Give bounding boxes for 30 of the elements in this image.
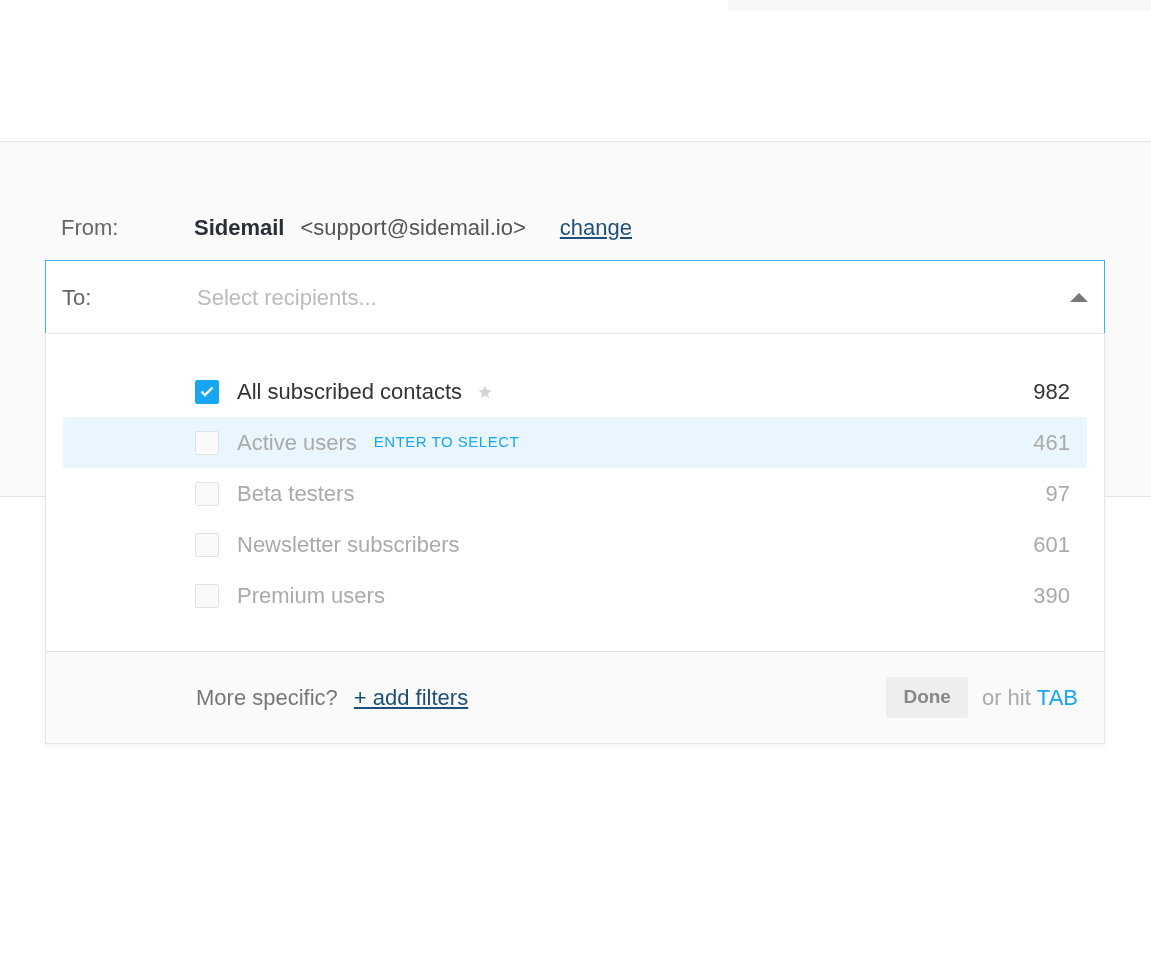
option-label: Beta testers xyxy=(237,480,355,508)
recipients-field[interactable]: To: Select recipients... xyxy=(45,260,1105,334)
recipients-input[interactable]: Select recipients... xyxy=(195,279,1070,315)
option-label: Active users xyxy=(237,429,357,457)
contact-count: 982 xyxy=(1033,378,1070,406)
to-label: To: xyxy=(62,283,93,312)
from-label: From: xyxy=(61,213,120,242)
change-link[interactable]: change xyxy=(559,210,632,244)
option-label: All subscribed contacts xyxy=(237,378,462,406)
contact-count: 461 xyxy=(1033,429,1070,457)
done-button[interactable]: Done xyxy=(886,677,968,718)
checkbox[interactable] xyxy=(195,379,219,404)
sender-name: Sidemail xyxy=(194,213,285,242)
check-icon xyxy=(200,386,214,397)
select-hint: ENTER TO SELECT xyxy=(373,432,520,453)
add-filters-link[interactable]: + add filters xyxy=(353,681,469,714)
keyboard-hint: or hit xyxy=(981,684,1031,712)
key-name: TAB xyxy=(1036,684,1078,712)
recipient-option[interactable]: Active users ENTER TO SELECT 461 xyxy=(63,417,1087,468)
option-label: Newsletter subscribers xyxy=(237,531,460,559)
recipient-option[interactable]: Premium users 390 xyxy=(63,570,1087,621)
filter-prompt: More specific? xyxy=(196,684,338,712)
recipient-option[interactable]: All subscribed contacts 982 xyxy=(63,366,1087,417)
contact-count: 601 xyxy=(1033,531,1070,559)
option-label: Premium users xyxy=(237,582,385,610)
recipient-option[interactable]: Newsletter subscribers 601 xyxy=(63,519,1087,570)
contact-count: 390 xyxy=(1033,582,1070,610)
recipient-option[interactable]: Beta testers 97 xyxy=(63,468,1087,519)
contact-count: 97 xyxy=(1045,480,1070,508)
sender-email: <support@sidemail.io> xyxy=(300,213,526,242)
